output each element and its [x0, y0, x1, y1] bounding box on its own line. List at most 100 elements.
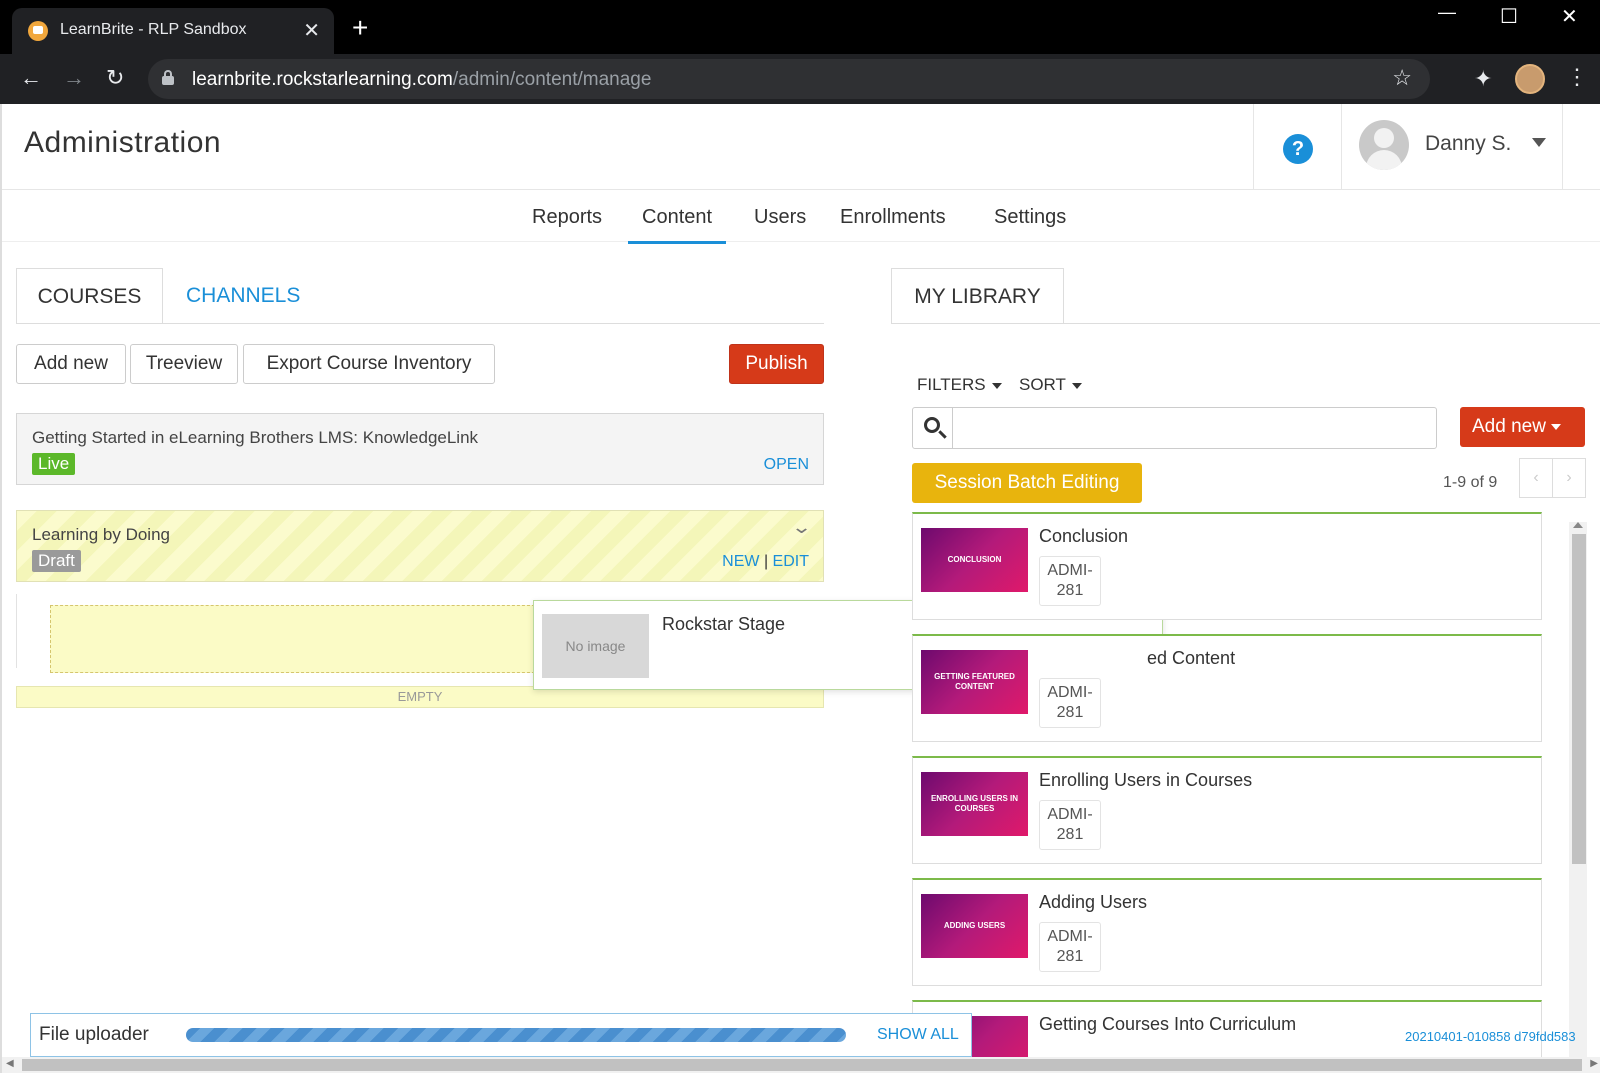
add-new-course-button[interactable]: Add new	[16, 344, 126, 384]
maximize-icon[interactable]: ☐	[1500, 4, 1518, 29]
tab-my-library[interactable]: MY LIBRARY	[891, 268, 1064, 324]
edit-link[interactable]: EDIT	[773, 553, 809, 570]
sort-label: SORT	[1019, 375, 1066, 394]
help-icon[interactable]: ?	[1283, 134, 1313, 164]
library-item[interactable]: ENROLLING USERS IN COURSES Enrolling Use…	[912, 756, 1542, 864]
status-badge-draft: Draft	[32, 550, 81, 572]
item-title: Adding Users	[1039, 892, 1148, 912]
course-card-draft[interactable]: Learning by Doing ⌄ Draft NEW | EDIT	[16, 510, 824, 582]
close-tab-icon[interactable]: ✕	[303, 18, 320, 43]
item-thumbnail: GETTING FEATURED CONTENT	[921, 650, 1028, 714]
filters-caret-icon	[991, 382, 1002, 389]
version-label: 20210401-010858 d79fdd583	[1405, 1029, 1576, 1044]
nav-enrollments[interactable]: Enrollments	[840, 206, 946, 229]
item-code: ADMI- 281	[1039, 922, 1101, 972]
upload-progress-bar	[186, 1028, 846, 1042]
browser-titlebar: LearnBrite - RLP Sandbox ✕ + — ☐ ✕	[0, 0, 1600, 54]
next-page-button[interactable]: ›	[1552, 458, 1586, 498]
library-item[interactable]: ADDING USERS Adding Users ADMI- 281	[912, 878, 1542, 986]
add-new-library-button[interactable]: Add new	[1460, 407, 1585, 447]
nav-settings[interactable]: Settings	[994, 206, 1066, 229]
user-menu[interactable]: Danny S.	[1341, 104, 1563, 190]
treeview-button[interactable]: Treeview	[130, 344, 238, 384]
library-scrollbar[interactable]	[1569, 522, 1587, 1072]
tab-courses[interactable]: COURSES	[16, 268, 163, 324]
item-code: ADMI- 281	[1039, 556, 1101, 606]
lock-icon	[162, 70, 174, 85]
horizontal-scrollbar[interactable]: ◀ ▶	[2, 1057, 1600, 1073]
app-header: Administration ? Danny S.	[2, 104, 1600, 190]
extensions-icon[interactable]: ✦	[1474, 66, 1492, 92]
item-title: Conclusion	[1039, 526, 1129, 546]
nav-users[interactable]: Users	[754, 206, 806, 229]
new-tab-icon[interactable]: +	[352, 14, 368, 42]
add-new-label: Add new	[1472, 416, 1546, 437]
tab-divider	[16, 323, 824, 324]
drop-area[interactable]	[50, 605, 540, 673]
user-name: Danny S.	[1425, 132, 1512, 155]
chevron-down-icon[interactable]: ⌄	[791, 517, 812, 538]
item-code: ADMI- 281	[1039, 678, 1101, 728]
main-nav: Reports Content Users Enrollments Settin…	[2, 190, 1600, 244]
session-batch-editing-button[interactable]: Session Batch Editing	[912, 463, 1142, 503]
nav-reports[interactable]: Reports	[532, 206, 602, 229]
back-icon[interactable]: ←	[20, 65, 42, 91]
browser-toolbar: ← → ↻ learnbrite.rockstarlearning.com/ad…	[0, 54, 1600, 104]
course-actions: NEW | EDIT	[722, 553, 809, 571]
minimize-icon[interactable]: —	[1438, 2, 1456, 23]
horizontal-scroll-thumb[interactable]	[22, 1059, 1582, 1071]
menu-kebab-icon[interactable]: ⋮	[1566, 64, 1588, 90]
library-item[interactable]: CONCLUSION Conclusion ADMI- 281	[912, 512, 1542, 620]
item-code: ADMI- 281	[1039, 800, 1101, 850]
url-text: learnbrite.rockstarlearning.com/admin/co…	[192, 69, 652, 90]
address-bar[interactable]: learnbrite.rockstarlearning.com/admin/co…	[148, 59, 1430, 99]
profile-avatar[interactable]	[1515, 64, 1545, 94]
tab-title: LearnBrite - RLP Sandbox	[60, 21, 247, 38]
file-uploader: File uploader SHOW ALL	[30, 1013, 972, 1057]
forward-icon[interactable]: →	[63, 65, 85, 91]
new-link[interactable]: NEW	[722, 553, 759, 570]
course-title: Getting Started in eLearning Brothers LM…	[32, 428, 479, 447]
library-list: CONCLUSION Conclusion ADMI- 281 GETTING …	[912, 512, 1552, 1072]
prev-page-button[interactable]: ‹	[1519, 458, 1553, 498]
scroll-right-icon[interactable]: ▶	[1590, 1058, 1598, 1069]
tab-divider	[891, 323, 1600, 324]
search-icon[interactable]	[913, 408, 953, 448]
close-window-icon[interactable]: ✕	[1561, 4, 1578, 29]
tree-line	[16, 594, 17, 668]
show-all-link[interactable]: SHOW ALL	[877, 1026, 959, 1044]
item-title: Enrolling Users in Courses	[1039, 770, 1253, 790]
item-thumbnail: ENROLLING USERS IN COURSES	[921, 772, 1028, 836]
item-title: Getting Courses Into Curriculum	[1039, 1014, 1297, 1034]
user-dropdown-caret-icon[interactable]	[1532, 138, 1546, 147]
page-title: Administration	[24, 126, 222, 159]
reload-icon[interactable]: ↻	[106, 65, 124, 91]
filters-dropdown[interactable]: FILTERS	[917, 375, 1002, 395]
export-inventory-button[interactable]: Export Course Inventory	[243, 344, 495, 384]
search-input[interactable]	[957, 414, 1427, 442]
publish-button[interactable]: Publish	[729, 344, 824, 384]
open-link[interactable]: OPEN	[764, 456, 809, 474]
library-search[interactable]	[912, 407, 1437, 449]
course-card-live[interactable]: Getting Started in eLearning Brothers LM…	[16, 413, 824, 485]
nav-content[interactable]: Content	[628, 206, 727, 244]
page-count: 1-9 of 9	[1443, 474, 1498, 491]
app-content: Administration ? Danny S. Reports Conten…	[0, 104, 1600, 1073]
user-avatar	[1359, 120, 1409, 170]
bookmark-star-icon[interactable]: ☆	[1392, 65, 1412, 91]
scroll-left-icon[interactable]: ◀	[6, 1058, 14, 1069]
help-section: ?	[1253, 104, 1341, 190]
no-image-placeholder: No image	[542, 614, 649, 678]
sort-dropdown[interactable]: SORT	[1019, 375, 1082, 395]
filters-label: FILTERS	[917, 375, 986, 394]
sort-caret-icon	[1071, 382, 1082, 389]
scroll-up-icon[interactable]	[1573, 522, 1583, 528]
scroll-thumb[interactable]	[1572, 534, 1586, 864]
library-item[interactable]: GETTING FEATURED CONTENT ed Content ADMI…	[912, 634, 1542, 742]
action-separator: |	[763, 553, 769, 570]
uploader-label: File uploader	[39, 1024, 149, 1045]
item-title: ed Content	[1147, 648, 1236, 668]
item-thumbnail: CONCLUSION	[921, 528, 1028, 592]
tab-channels[interactable]: CHANNELS	[186, 284, 300, 308]
browser-tab[interactable]: LearnBrite - RLP Sandbox ✕	[12, 8, 334, 54]
